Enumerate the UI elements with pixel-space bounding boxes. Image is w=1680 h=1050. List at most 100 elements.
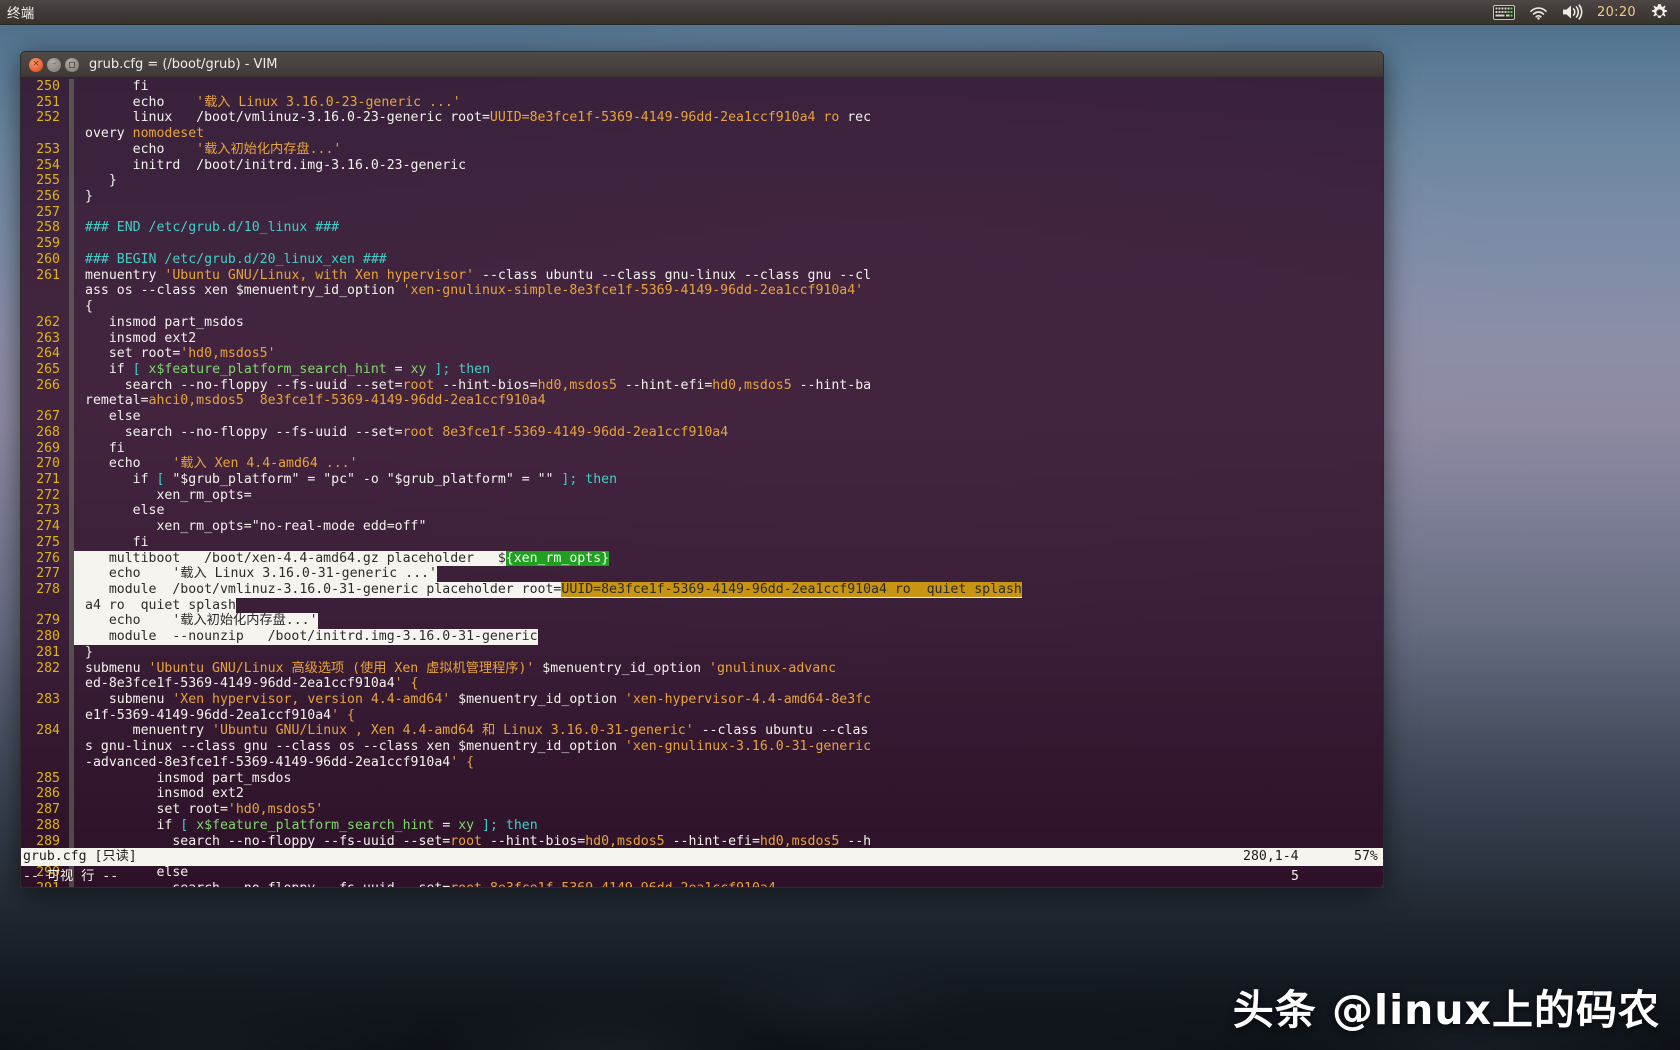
line-content[interactable]: insmod part_msdos	[74, 771, 291, 787]
buffer-line[interactable]: 0e1f-5369-4149-96dd-2ea1ccf910a4' {	[21, 708, 1383, 724]
line-content[interactable]: ### END /etc/grub.d/10_linux ###	[74, 220, 339, 236]
line-content[interactable]: fi	[74, 79, 149, 95]
buffer-line[interactable]: 277 echo '载入 Linux 3.16.0-31-generic ...…	[21, 566, 1383, 582]
line-content[interactable]: echo '载入初始化内存盘...'	[74, 613, 318, 629]
line-content[interactable]: echo '载入 Linux 3.16.0-31-generic ...'	[74, 566, 437, 582]
line-content[interactable]: echo '载入 Linux 3.16.0-23-generic ...'	[74, 95, 461, 111]
line-content[interactable]: initrd /boot/initrd.img-3.16.0-23-generi…	[74, 158, 466, 174]
buffer-line[interactable]: 252 linux /boot/vmlinuz-3.16.0-23-generi…	[21, 110, 1383, 126]
buffer-line[interactable]: 282submenu 'Ubuntu GNU/Linux 高级选项 (使用 Xe…	[21, 661, 1383, 677]
buffer-line[interactable]: 262 insmod part_msdos	[21, 315, 1383, 331]
line-content[interactable]: menuentry 'Ubuntu GNU/Linux, with Xen hy…	[74, 268, 871, 284]
close-button[interactable]: ×	[29, 58, 43, 72]
line-content[interactable]: }	[74, 173, 117, 189]
maximize-button[interactable]	[65, 58, 79, 72]
line-content[interactable]: module /boot/vmlinuz-3.16.0-31-generic p…	[74, 582, 1022, 598]
buffer-line[interactable]: 263 insmod ext2	[21, 331, 1383, 347]
buffer-line[interactable]: 261menuentry 'Ubuntu GNU/Linux, with Xen…	[21, 268, 1383, 284]
line-content[interactable]	[74, 205, 85, 221]
buffer-line[interactable]: 257	[21, 205, 1383, 221]
line-content[interactable]: overy nomodeset	[74, 126, 204, 142]
line-content[interactable]: multiboot /boot/xen-4.4-amd64.gz placeho…	[74, 551, 609, 567]
buffer-line[interactable]: 254 initrd /boot/initrd.img-3.16.0-23-ge…	[21, 158, 1383, 174]
buffer-line[interactable]: 276 multiboot /boot/xen-4.4-amd64.gz pla…	[21, 551, 1383, 567]
line-content[interactable]: insmod ext2	[74, 331, 196, 347]
line-content[interactable]: ass os --class xen $menuentry_id_option …	[74, 283, 871, 299]
buffer-line[interactable]: 0{	[21, 299, 1383, 315]
buffer-line[interactable]: 258### END /etc/grub.d/10_linux ###	[21, 220, 1383, 236]
line-content[interactable]: echo '载入初始化内存盘...'	[74, 142, 341, 158]
minimize-button[interactable]: –	[47, 58, 61, 72]
line-content[interactable]: search --no-floppy --fs-uuid --set=root …	[74, 834, 871, 850]
buffer-line[interactable]: 268 search --no-floppy --fs-uuid --set=r…	[21, 425, 1383, 441]
buffer-line[interactable]: 259	[21, 236, 1383, 252]
buffer-line[interactable]: 271 if [ "$grub_platform" = "pc" -o "$gr…	[21, 472, 1383, 488]
buffer-line[interactable]: 275 fi	[21, 535, 1383, 551]
panel-app-title[interactable]: 终端	[0, 2, 34, 22]
line-content[interactable]: else	[74, 409, 141, 425]
line-content[interactable]: module --nounzip /boot/initrd.img-3.16.0…	[74, 629, 538, 645]
line-content[interactable]: {	[74, 299, 93, 315]
buffer-line[interactable]: 270 echo '载入 Xen 4.4-amd64 ...'	[21, 456, 1383, 472]
line-content[interactable]: set root='hd0,msdos5'	[74, 802, 323, 818]
line-content[interactable]: e1f-5369-4149-96dd-2ea1ccf910a4' {	[74, 708, 355, 724]
line-content[interactable]: ed-8e3fce1f-5369-4149-96dd-2ea1ccf910a4'…	[74, 676, 418, 692]
vim-buffer[interactable]: 250 fi251 echo '载入 Linux 3.16.0-23-gener…	[21, 77, 1383, 888]
line-content[interactable]: if [ x$feature_platform_search_hint = xy…	[74, 362, 490, 378]
volume-icon[interactable]	[1562, 4, 1583, 20]
buffer-line[interactable]: 0ass os --class xen $menuentry_id_option…	[21, 283, 1383, 299]
buffer-line[interactable]: 279 echo '载入初始化内存盘...'	[21, 613, 1383, 629]
buffer-line[interactable]: 0a4 ro quiet splash	[21, 598, 1383, 614]
keyboard-indicator-icon[interactable]	[1493, 5, 1515, 20]
line-content[interactable]: ### BEGIN /etc/grub.d/20_linux_xen ###	[74, 252, 387, 268]
line-content[interactable]: set root='hd0,msdos5'	[74, 346, 276, 362]
line-content[interactable]: }	[74, 189, 93, 205]
buffer-line[interactable]: 274 xen_rm_opts="no-real-mode edd=off"	[21, 519, 1383, 535]
line-content[interactable]: linux /boot/vmlinuz-3.16.0-23-generic ro…	[74, 110, 871, 126]
line-content[interactable]: -advanced-8e3fce1f-5369-4149-96dd-2ea1cc…	[74, 755, 474, 771]
buffer-line[interactable]: 253 echo '载入初始化内存盘...'	[21, 142, 1383, 158]
line-content[interactable]: fi	[74, 535, 149, 551]
buffer-line[interactable]: 0remetal=ahci0,msdos5 8e3fce1f-5369-4149…	[21, 393, 1383, 409]
buffer-line[interactable]: 289 search --no-floppy --fs-uuid --set=r…	[21, 834, 1383, 850]
buffer-line[interactable]: 256}	[21, 189, 1383, 205]
buffer-line[interactable]: 285 insmod part_msdos	[21, 771, 1383, 787]
line-content[interactable]: echo '载入 Xen 4.4-amd64 ...'	[74, 456, 358, 472]
line-content[interactable]: menuentry 'Ubuntu GNU/Linux , Xen 4.4-am…	[74, 723, 868, 739]
line-content[interactable]: else	[74, 503, 164, 519]
buffer-line[interactable]: 266 search --no-floppy --fs-uuid --set=r…	[21, 378, 1383, 394]
buffer-line[interactable]: 0s gnu-linux --class gnu --class os --cl…	[21, 739, 1383, 755]
line-content[interactable]: insmod part_msdos	[74, 315, 244, 331]
line-content[interactable]: submenu 'Ubuntu GNU/Linux 高级选项 (使用 Xen 虚…	[74, 661, 836, 677]
buffer-line[interactable]: 280 module --nounzip /boot/initrd.img-3.…	[21, 629, 1383, 645]
buffer-line[interactable]: 250 fi	[21, 79, 1383, 95]
line-content[interactable]: a4 ro quiet splash	[74, 598, 236, 614]
line-content[interactable]: insmod ext2	[74, 786, 244, 802]
line-content[interactable]: }	[74, 645, 93, 661]
buffer-line[interactable]: 283 submenu 'Xen hypervisor, version 4.4…	[21, 692, 1383, 708]
line-content[interactable]: fi	[74, 441, 125, 457]
window-titlebar[interactable]: × – grub.cfg = (/boot/grub) - VIM	[20, 51, 1384, 77]
gear-icon[interactable]	[1650, 3, 1669, 22]
line-content[interactable]: if [ "$grub_platform" = "pc" -o "$grub_p…	[74, 472, 617, 488]
buffer-line[interactable]: 255 }	[21, 173, 1383, 189]
line-content[interactable]: s gnu-linux --class gnu --class os --cla…	[74, 739, 871, 755]
buffer-line[interactable]: 284 menuentry 'Ubuntu GNU/Linux , Xen 4.…	[21, 723, 1383, 739]
line-content[interactable]: search --no-floppy --fs-uuid --set=root …	[74, 425, 728, 441]
line-content[interactable]: remetal=ahci0,msdos5 8e3fce1f-5369-4149-…	[74, 393, 546, 409]
line-content[interactable]: xen_rm_opts=	[74, 488, 252, 504]
line-content[interactable]: if [ x$feature_platform_search_hint = xy…	[74, 818, 538, 834]
buffer-line[interactable]: 260### BEGIN /etc/grub.d/20_linux_xen ##…	[21, 252, 1383, 268]
buffer-line[interactable]: 281}	[21, 645, 1383, 661]
line-content[interactable]: search --no-floppy --fs-uuid --set=root …	[74, 378, 871, 394]
buffer-line[interactable]: 288 if [ x$feature_platform_search_hint …	[21, 818, 1383, 834]
buffer-line[interactable]: 0overy nomodeset	[21, 126, 1383, 142]
buffer-line[interactable]: 273 else	[21, 503, 1383, 519]
buffer-line[interactable]: 278 module /boot/vmlinuz-3.16.0-31-gener…	[21, 582, 1383, 598]
line-content[interactable]	[74, 236, 85, 252]
buffer-line[interactable]: 286 insmod ext2	[21, 786, 1383, 802]
line-content[interactable]: xen_rm_opts="no-real-mode edd=off"	[74, 519, 426, 535]
buffer-line[interactable]: 251 echo '载入 Linux 3.16.0-23-generic ...…	[21, 95, 1383, 111]
buffer-line[interactable]: 269 fi	[21, 441, 1383, 457]
buffer-line[interactable]: 267 else	[21, 409, 1383, 425]
